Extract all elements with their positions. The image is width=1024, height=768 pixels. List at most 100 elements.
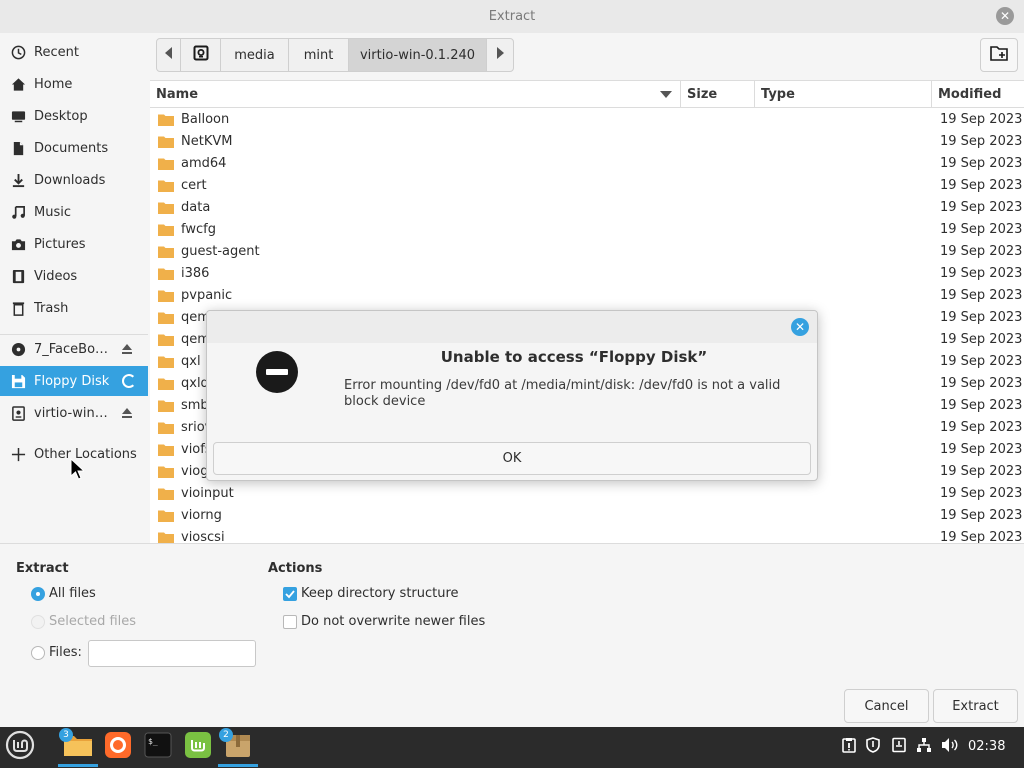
- path-segment-mint[interactable]: mint: [289, 39, 349, 71]
- file-row[interactable]: vioinput 19 Sep 2023: [150, 483, 1024, 505]
- file-row[interactable]: Balloon 19 Sep 2023: [150, 109, 1024, 131]
- file-modified: 19 Sep 2023: [940, 222, 1023, 237]
- sidebar-item-pictures[interactable]: Pictures: [0, 229, 148, 259]
- sidebar-item-home[interactable]: Home: [0, 69, 148, 99]
- file-modified: 19 Sep 2023: [940, 354, 1023, 369]
- file-name: i386: [181, 266, 210, 281]
- file-modified: 19 Sep 2023: [940, 464, 1023, 479]
- eject-icon[interactable]: [120, 406, 134, 420]
- folder-icon: [158, 245, 174, 258]
- sidebar-item-floppy-disk[interactable]: Floppy Disk: [0, 366, 148, 396]
- new-folder-button[interactable]: [980, 38, 1018, 72]
- path-forward-button[interactable]: [487, 39, 513, 71]
- dialog-message: Error mounting /dev/fd0 at /media/mint/d…: [344, 378, 781, 409]
- eject-icon[interactable]: [120, 342, 134, 356]
- ok-button[interactable]: OK: [213, 442, 811, 475]
- file-name: qxl: [181, 354, 201, 369]
- cancel-button[interactable]: Cancel: [844, 689, 929, 723]
- disc-icon: [10, 341, 26, 357]
- file-modified: 19 Sep 2023: [940, 332, 1023, 347]
- taskbar-clock[interactable]: 02:38: [968, 739, 1005, 754]
- file-modified: 19 Sep 2023: [940, 376, 1023, 391]
- volume-icon: [941, 737, 959, 757]
- column-name-header[interactable]: Name: [150, 81, 680, 108]
- file-row[interactable]: i386 19 Sep 2023: [150, 263, 1024, 285]
- column-type-header[interactable]: Type: [754, 81, 931, 108]
- extract-button[interactable]: Extract: [933, 689, 1018, 723]
- tray-clipboard[interactable]: [840, 738, 858, 756]
- sidebar-item-music[interactable]: Music: [0, 197, 148, 227]
- checkbox-indicator[interactable]: [283, 586, 297, 601]
- file-row[interactable]: cert 19 Sep 2023: [150, 175, 1024, 197]
- path-segment-media[interactable]: media: [221, 39, 289, 71]
- file-modified: 19 Sep 2023: [940, 508, 1023, 523]
- extract-window: Extract ✕ Recent Home Desktop Documents …: [0, 0, 1024, 727]
- chevron-right-icon: [496, 47, 504, 63]
- sidebar-item-recent[interactable]: Recent: [0, 37, 148, 67]
- download-icon: [10, 172, 26, 188]
- file-row[interactable]: pvpanic 19 Sep 2023: [150, 285, 1024, 307]
- sidebar-item-videos[interactable]: Videos: [0, 261, 148, 291]
- sidebar-item-disc[interactable]: 7_FaceBo…: [0, 334, 148, 364]
- path-root-button[interactable]: [181, 39, 221, 71]
- file-name: cert: [181, 178, 207, 193]
- tray-removable-drive[interactable]: [890, 737, 908, 756]
- file-row[interactable]: amd64 19 Sep 2023: [150, 153, 1024, 175]
- file-name: amd64: [181, 156, 227, 171]
- taskbar-mintinstall-app[interactable]: [182, 731, 214, 763]
- checkbox-no-overwrite[interactable]: Do not overwrite newer files: [283, 614, 485, 629]
- taskbar-archive-manager-app[interactable]: 2: [219, 728, 254, 763]
- sidebar-item-label: 7_FaceBo…: [34, 341, 109, 357]
- path-back-button[interactable]: [157, 39, 181, 71]
- window-close-button[interactable]: ✕: [996, 7, 1014, 25]
- column-modified-header[interactable]: Modified: [931, 81, 1024, 108]
- file-modified: 19 Sep 2023: [940, 288, 1023, 303]
- sidebar-item-label: Trash: [34, 300, 69, 316]
- file-modified: 19 Sep 2023: [940, 420, 1023, 435]
- sidebar-item-label: Other Locations: [34, 446, 137, 462]
- folder-icon: [158, 179, 174, 192]
- file-row[interactable]: fwcfg 19 Sep 2023: [150, 219, 1024, 241]
- folder-icon: [158, 113, 174, 126]
- folder-icon: [158, 465, 174, 478]
- tray-shield[interactable]: [864, 737, 882, 756]
- sidebar-item-label: Downloads: [34, 172, 106, 188]
- file-row[interactable]: NetKVM 19 Sep 2023: [150, 131, 1024, 153]
- dialog-close-button[interactable]: ✕: [791, 318, 809, 336]
- path-segment-current[interactable]: virtio-win-0.1.240: [349, 39, 487, 71]
- sidebar-item-virtio-win[interactable]: virtio-win-…: [0, 398, 148, 428]
- file-name: pvpanic: [181, 288, 233, 303]
- linux-mint-logo-icon: [5, 730, 35, 764]
- column-size-header[interactable]: Size: [680, 81, 754, 108]
- taskbar-files-app[interactable]: 3: [59, 728, 94, 763]
- new-folder-icon: [990, 45, 1008, 65]
- files-pattern-input[interactable]: [88, 640, 256, 667]
- sidebar-item-downloads[interactable]: Downloads: [0, 165, 148, 195]
- file-row[interactable]: vioscsi 19 Sep 2023: [150, 527, 1024, 543]
- actions-section-title: Actions: [268, 561, 323, 576]
- taskbar-terminal-app[interactable]: $_: [142, 731, 174, 763]
- error-icon: [256, 351, 298, 393]
- checkbox-indicator[interactable]: [283, 614, 297, 629]
- file-row[interactable]: data 19 Sep 2023: [150, 197, 1024, 219]
- tray-volume[interactable]: [941, 738, 959, 756]
- file-modified: 19 Sep 2023: [940, 112, 1023, 127]
- radio-indicator[interactable]: [31, 645, 45, 660]
- folder-icon: [158, 201, 174, 214]
- sidebar-item-documents[interactable]: Documents: [0, 133, 148, 163]
- sidebar-item-desktop[interactable]: Desktop: [0, 101, 148, 131]
- sidebar-item-trash[interactable]: Trash: [0, 293, 148, 323]
- checkbox-keep-structure[interactable]: Keep directory structure: [283, 586, 459, 601]
- spinner-icon: [122, 374, 136, 388]
- radio-all-files[interactable]: All files: [31, 586, 96, 601]
- sidebar-item-label: virtio-win-…: [34, 405, 110, 421]
- radio-files[interactable]: Files:: [31, 645, 82, 660]
- tray-network[interactable]: [915, 738, 933, 756]
- folder-icon: [158, 267, 174, 280]
- radio-indicator[interactable]: [31, 586, 45, 601]
- file-row[interactable]: viorng 19 Sep 2023: [150, 505, 1024, 527]
- file-row[interactable]: guest-agent 19 Sep 2023: [150, 241, 1024, 263]
- mint-menu-button[interactable]: [4, 730, 36, 764]
- file-list-header: Name Size Type Modified: [150, 81, 1024, 108]
- taskbar-firefox-app[interactable]: [102, 731, 134, 763]
